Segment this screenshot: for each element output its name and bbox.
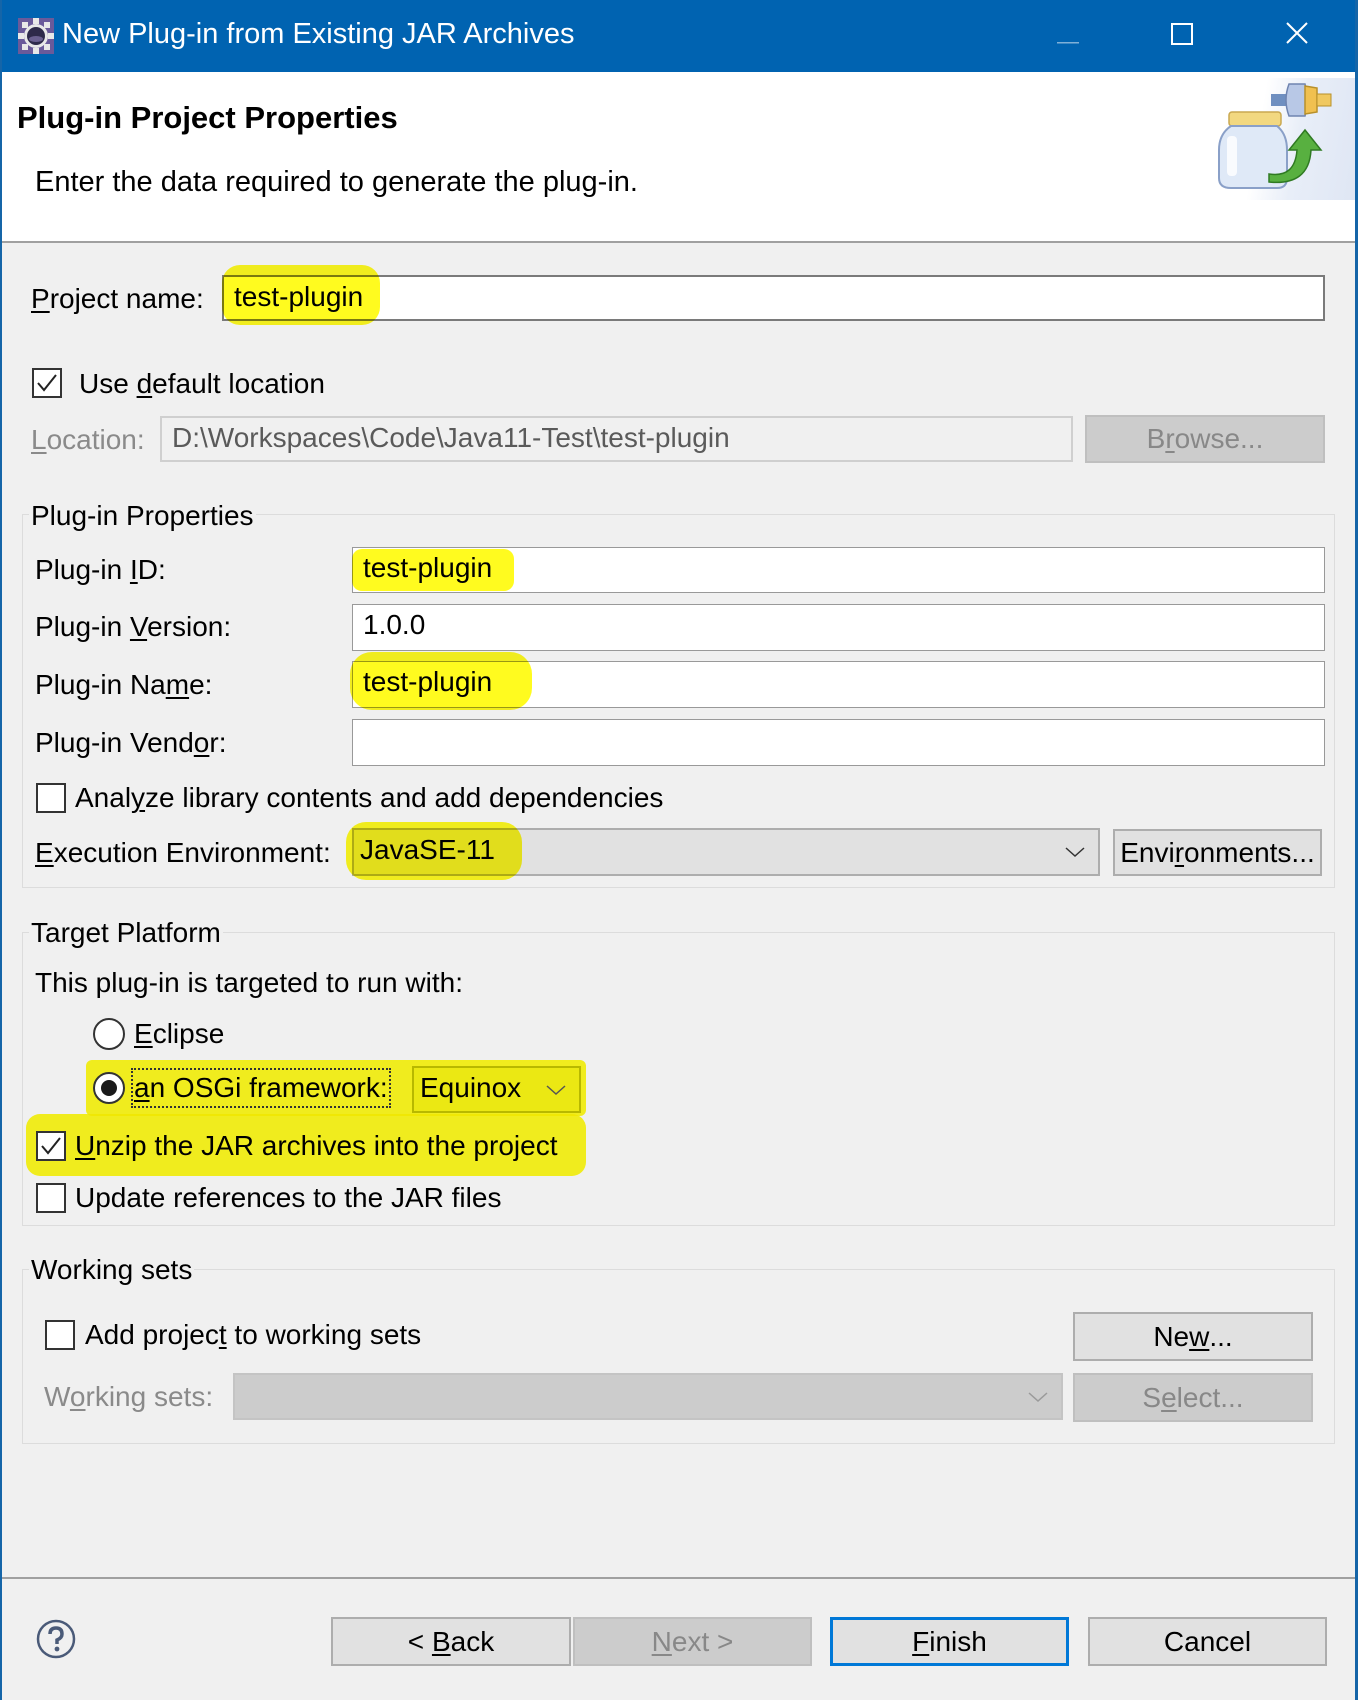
jar-plugin-wizard-icon — [1209, 78, 1355, 200]
chevron-down-icon — [546, 1084, 566, 1095]
checkmark-icon — [37, 374, 57, 392]
footer-separator — [2, 1577, 1355, 1579]
close-button[interactable] — [1247, 0, 1347, 72]
eclipse-radio[interactable] — [93, 1018, 125, 1050]
plugin-name-input[interactable]: test-plugin — [352, 661, 1325, 708]
browse-button: Br owse... — [1085, 415, 1325, 463]
window-title: New Plug-in from Existing JAR Archives — [62, 18, 575, 50]
eclipse-radio-label: Eclipse — [134, 1018, 225, 1049]
execution-environment-label: Execution Environment: — [35, 837, 331, 868]
cancel-button[interactable]: Cancel — [1088, 1617, 1327, 1666]
add-to-working-sets-label: Add project to working sets — [85, 1319, 422, 1350]
working-sets-label: Working sets: — [44, 1381, 214, 1412]
select-working-sets-button: Se lect... — [1073, 1373, 1313, 1422]
location-input: D:\Workspaces\Code\Java11-Test\test-plug… — [160, 416, 1073, 462]
target-platform-intro: This plug-in is targeted to run with: — [35, 967, 463, 998]
unzip-jar-checkbox[interactable] — [36, 1131, 66, 1161]
osgi-framework-combo[interactable]: Equinox — [412, 1066, 581, 1113]
plugin-name-label: Plug-in Name: — [35, 669, 213, 700]
environments-button[interactable]: Envi r onments... — [1113, 829, 1322, 876]
plugin-properties-title: Plug-in Properties — [29, 499, 256, 533]
next-button: Next > — [573, 1617, 812, 1666]
back-button[interactable]: < Back — [331, 1617, 571, 1666]
eclipse-gear-icon — [16, 16, 56, 56]
update-references-label: Update references to the JAR files — [75, 1182, 502, 1213]
page-description: Enter the data required to generate the … — [35, 166, 638, 198]
maximize-button[interactable] — [1132, 0, 1232, 72]
plugin-id-label: Plug-in ID: — [35, 554, 166, 585]
chevron-down-icon — [1065, 847, 1085, 858]
plugin-version-input[interactable]: 1.0.0 — [352, 604, 1325, 651]
help-icon[interactable] — [36, 1619, 76, 1659]
finish-button[interactable]: Finish — [830, 1617, 1069, 1666]
project-name-input[interactable]: test-plugin — [222, 275, 1325, 321]
checkmark-icon — [41, 1137, 61, 1155]
wizard-header — [2, 72, 1355, 243]
minimize-button[interactable] — [1018, 0, 1118, 72]
target-platform-title: Target Platform — [29, 916, 223, 950]
chevron-down-icon — [1028, 1391, 1048, 1402]
project-name-label: Project name: — [31, 283, 204, 314]
unzip-jar-label: Unzip the JAR archives into the project — [75, 1130, 558, 1161]
plugin-vendor-input[interactable] — [352, 719, 1325, 766]
analyze-library-label: Analyze library contents and add depende… — [75, 782, 664, 813]
working-sets-title: Working sets — [29, 1253, 195, 1287]
minimize-icon — [1057, 20, 1079, 52]
analyze-library-checkbox[interactable] — [36, 783, 66, 813]
use-default-location-checkbox[interactable] — [32, 368, 62, 398]
working-sets-combo — [233, 1373, 1063, 1420]
location-label: Location: — [31, 424, 145, 455]
execution-environment-combo[interactable]: JavaSE-11 — [352, 828, 1100, 876]
plugin-vendor-label: Plug-in Vendor: — [35, 727, 227, 758]
osgi-framework-label: an OSGi framework: — [131, 1068, 391, 1108]
close-icon — [1285, 20, 1309, 52]
plugin-version-label: Plug-in Version: — [35, 611, 232, 642]
add-to-working-sets-checkbox[interactable] — [45, 1320, 75, 1350]
title-bar: New Plug-in from Existing JAR Archives — [0, 0, 1358, 72]
plugin-id-input[interactable]: test-plugin — [352, 547, 1325, 593]
maximize-icon — [1171, 20, 1193, 52]
new-working-set-button[interactable]: Ne w... — [1073, 1312, 1313, 1361]
osgi-framework-radio[interactable] — [93, 1072, 125, 1104]
update-references-checkbox[interactable] — [36, 1183, 66, 1213]
page-title: Plug-in Project Properties — [17, 100, 398, 135]
use-default-location-label: Use default location — [79, 368, 325, 399]
